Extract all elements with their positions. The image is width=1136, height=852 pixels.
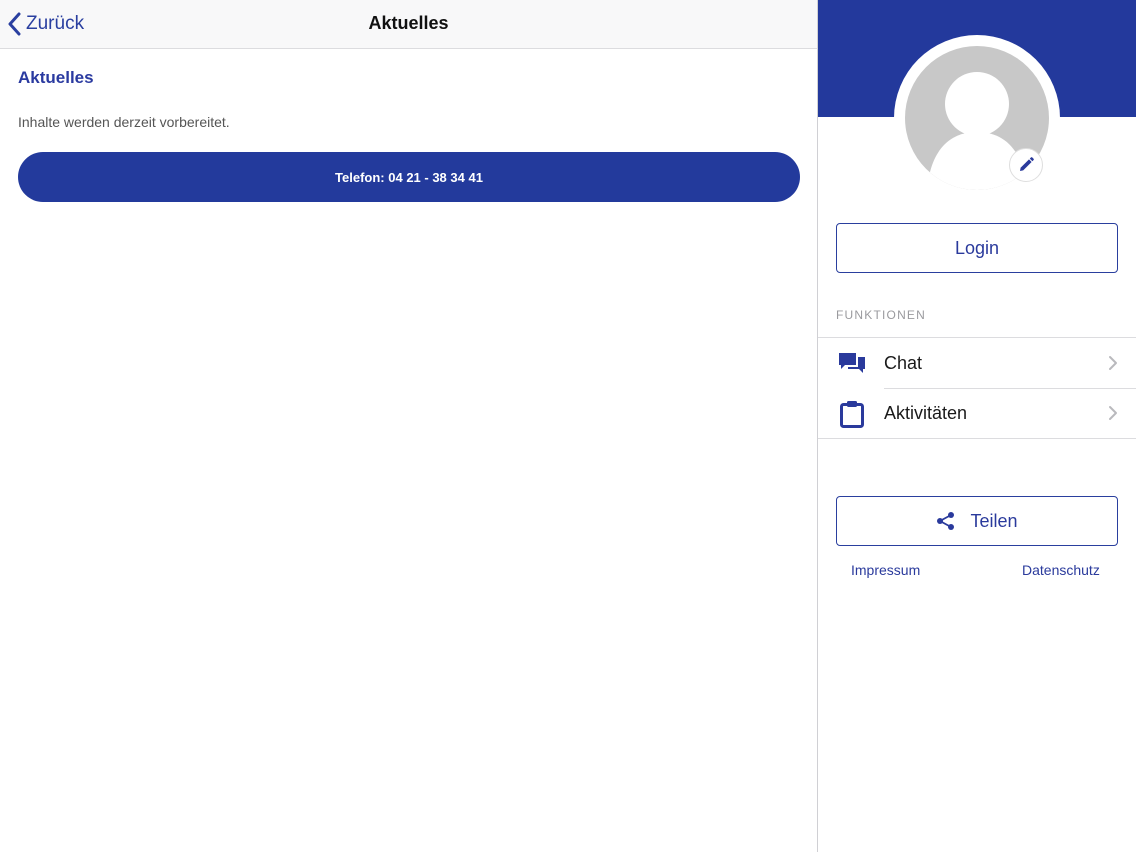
clipboard-icon [838,400,866,428]
chevron-right-icon [1109,406,1117,420]
side-menu: Login FUNKTIONEN Chat Aktivitäten Teilen… [818,0,1136,852]
content-heading: Aktuelles [18,68,94,87]
phone-button-label: Telefon: 04 21 - 38 34 41 [335,169,483,185]
menu-item-label: Aktivitäten [884,403,968,423]
pencil-icon [1020,157,1034,171]
menu-item-chat[interactable]: Chat [818,338,1136,388]
main-pane: Zurück Aktuelles Aktuelles Inhalte werde… [0,0,817,852]
share-button[interactable]: Teilen [836,496,1118,546]
login-button[interactable]: Login [836,223,1118,273]
login-button-label: Login [954,237,1000,258]
share-icon [937,512,955,530]
menu-item-label: Chat [884,353,923,373]
page-title: Aktuelles [368,13,449,33]
datenschutz-link[interactable]: Datenschutz [1022,562,1100,578]
edit-profile-button[interactable] [1009,148,1043,182]
navigation-bar: Zurück Aktuelles [0,0,817,49]
section-label-funktionen: FUNKTIONEN [836,308,926,322]
content-text: Inhalte werden derzeit vorbereitet. [18,114,230,130]
phone-button[interactable]: Telefon: 04 21 - 38 34 41 [18,152,800,202]
menu-item-aktivitaeten[interactable]: Aktivitäten [818,388,1136,438]
chevron-right-icon [1109,356,1117,370]
functions-list: Chat Aktivitäten [818,337,1136,439]
share-button-label: Teilen [970,510,1018,531]
impressum-link[interactable]: Impressum [851,562,920,578]
chat-icon [838,350,866,378]
